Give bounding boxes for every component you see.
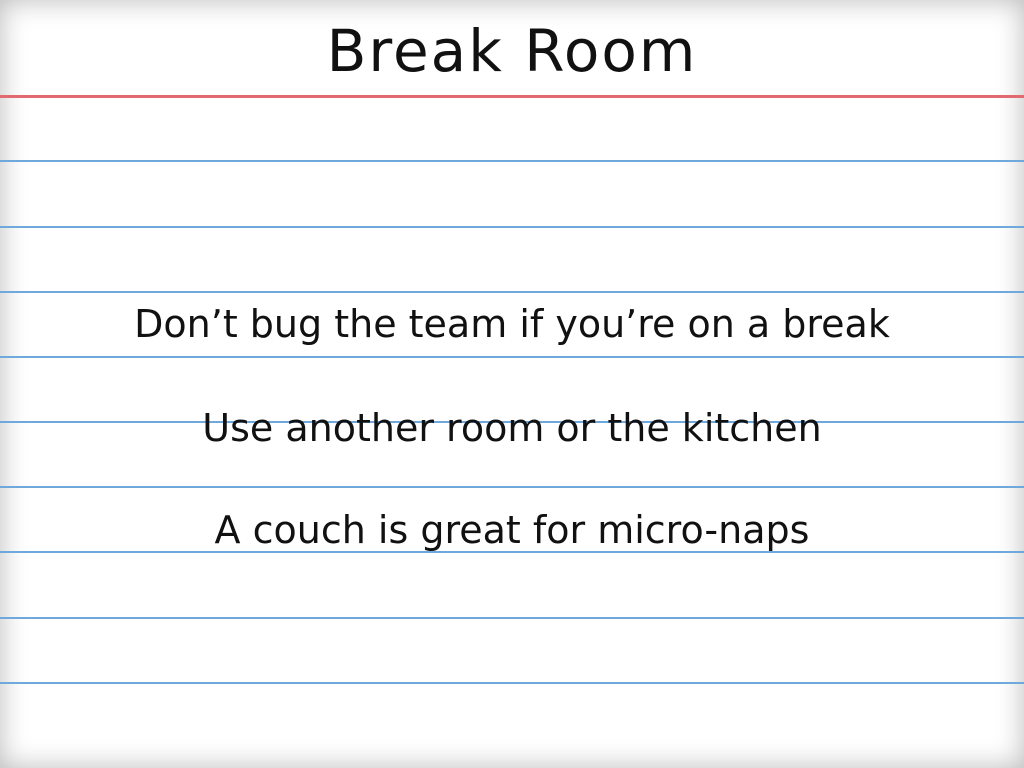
card-title: Break Room [326, 17, 698, 85]
index-card: Break Room Don’t bug the team if you’re … [0, 0, 1024, 768]
ruled-line [0, 617, 1024, 619]
ruled-line [0, 226, 1024, 228]
ruled-line [0, 486, 1024, 488]
ruled-line [0, 682, 1024, 684]
note-line: Don’t bug the team if you’re on a break [134, 302, 890, 346]
note-line: Use another room or the kitchen [202, 406, 822, 450]
ruled-line [0, 291, 1024, 293]
ruled-line [0, 160, 1024, 162]
header-margin-line [0, 95, 1024, 98]
note-line: A couch is great for micro-naps [214, 508, 810, 552]
ruled-line [0, 356, 1024, 358]
